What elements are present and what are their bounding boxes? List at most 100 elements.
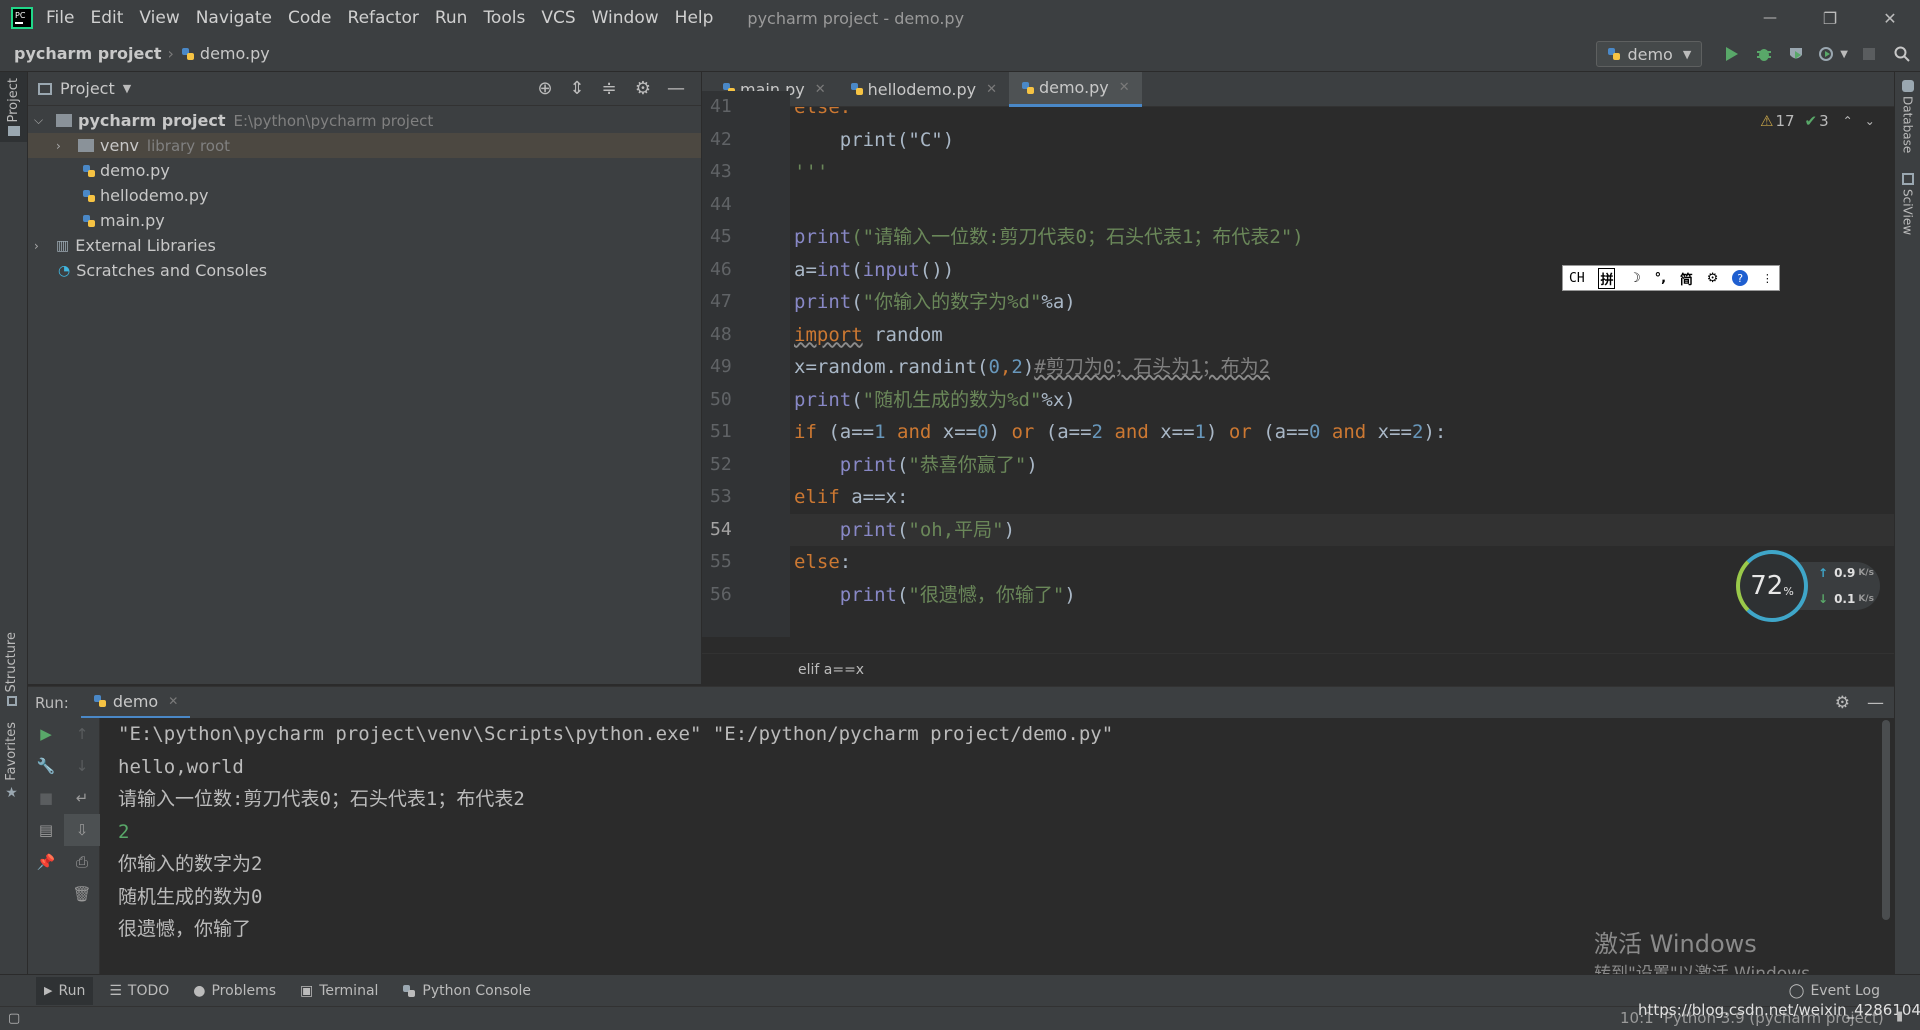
menu-vcs[interactable]: VCS xyxy=(541,8,575,28)
tree-item-scratches[interactable]: ◔ Scratches and Consoles xyxy=(28,258,701,283)
menu-run[interactable]: Run xyxy=(435,8,468,28)
tool-tab-todo[interactable]: ☰ TODO xyxy=(109,983,169,999)
breadcrumb-file[interactable]: demo.py xyxy=(200,44,270,63)
minimize-button[interactable]: — xyxy=(1740,0,1800,36)
more-run-options-icon[interactable]: ▼ xyxy=(1840,49,1848,60)
next-highlight-icon[interactable]: ⌄ xyxy=(1865,114,1875,128)
pin-icon[interactable]: 📌 xyxy=(28,846,64,878)
breadcrumb-project[interactable]: pycharm project xyxy=(14,44,162,63)
ime-mode[interactable]: 拼 xyxy=(1598,267,1616,289)
menu-file[interactable]: File xyxy=(46,8,74,28)
tab-demo-py[interactable]: demo.py ✕ xyxy=(1008,71,1142,107)
tab-hellodemo-py[interactable]: hellodemo.py ✕ xyxy=(838,72,1009,107)
tool-tab-run[interactable]: ▶ Run xyxy=(36,976,94,1005)
menu-edit[interactable]: Edit xyxy=(90,8,123,28)
hide-panel-icon[interactable]: — xyxy=(1867,687,1884,719)
code-text: %a) xyxy=(1041,291,1076,313)
code-line-50: print("随机生成的数为%d"%x) xyxy=(790,384,1894,417)
event-log-button[interactable]: ◯ Event Log xyxy=(1789,983,1880,999)
chevron-down-icon[interactable]: ▼ xyxy=(123,82,131,95)
menu-code[interactable]: Code xyxy=(288,8,332,28)
previous-highlight-icon[interactable]: ⌃ xyxy=(1843,114,1853,128)
menu-navigate[interactable]: Navigate xyxy=(196,8,272,28)
collapse-all-icon[interactable]: ≑ xyxy=(593,78,625,99)
print-icon[interactable]: ⎙ xyxy=(64,846,100,878)
console-scrollbar[interactable] xyxy=(1882,720,1890,920)
lock-icon[interactable]: ▮ xyxy=(1896,1009,1903,1024)
editor-breadcrumb[interactable]: elif a==x xyxy=(702,653,1894,685)
menu-window[interactable]: Window xyxy=(592,8,659,28)
tree-item-hellodemo-py[interactable]: hellodemo.py xyxy=(28,183,701,208)
project-panel-title[interactable]: Project xyxy=(60,79,115,98)
scroll-to-end-icon[interactable]: ⇩ xyxy=(64,814,100,846)
locate-icon[interactable]: ⊕ xyxy=(529,78,561,99)
folder-icon xyxy=(78,139,94,152)
layout-icon[interactable]: ▤ xyxy=(28,814,64,846)
ime-language[interactable]: CH xyxy=(1569,271,1585,286)
expand-all-icon[interactable]: ⇕ xyxy=(561,78,593,99)
database-tool-button[interactable]: Database xyxy=(1895,72,1920,153)
sciview-tool-button[interactable]: SciView xyxy=(1895,153,1920,235)
menu-view[interactable]: View xyxy=(139,8,179,28)
gear-icon[interactable]: ⚙ xyxy=(625,78,661,99)
down-arrow-icon[interactable]: ↓ xyxy=(64,750,100,782)
stop-icon[interactable] xyxy=(1854,38,1884,70)
ime-simplified[interactable]: 简 xyxy=(1680,269,1693,288)
punctuation-icon[interactable]: °, xyxy=(1655,271,1666,286)
menu-help[interactable]: Help xyxy=(675,8,714,28)
close-button[interactable]: ✕ xyxy=(1860,0,1920,36)
hide-panel-icon[interactable]: — xyxy=(661,78,691,99)
tree-item-main-py[interactable]: main.py xyxy=(28,208,701,233)
tool-tab-terminal[interactable]: ▣ Terminal xyxy=(300,983,378,999)
run-tab-demo[interactable]: demo ✕ xyxy=(80,687,191,719)
up-arrow-icon[interactable]: ↑ xyxy=(64,718,100,750)
close-tab-icon[interactable]: ✕ xyxy=(1119,80,1130,95)
code-line-55: else: xyxy=(790,546,1894,579)
tool-tab-problems[interactable]: ● Problems xyxy=(193,983,276,999)
run-icon[interactable] xyxy=(1716,38,1748,70)
upload-unit: K/s xyxy=(1858,568,1874,578)
tree-item-external-libraries[interactable]: › ▥ External Libraries xyxy=(28,233,701,258)
soft-wrap-icon[interactable]: ↵ xyxy=(64,782,100,814)
help-icon[interactable]: ? xyxy=(1732,270,1749,286)
rerun-icon[interactable]: ▶ xyxy=(28,718,64,750)
ime-toolbar[interactable]: CH 拼 ☽ °, 简 ⚙ ? ⋮ xyxy=(1562,265,1780,291)
code-text: ( xyxy=(851,291,863,313)
wrench-icon[interactable]: 🔧 xyxy=(28,750,64,782)
tree-item-demo-py[interactable]: demo.py xyxy=(28,158,701,183)
sciview-tool-label: SciView xyxy=(1900,189,1915,236)
restore-button[interactable]: ❐ xyxy=(1800,0,1860,36)
menu-bar: PC File Edit View Navigate Code Refactor… xyxy=(0,0,1920,36)
trash-icon[interactable]: 🗑 xyxy=(64,878,100,910)
code-text: ): xyxy=(1423,421,1447,443)
tool-tab-python-console[interactable]: Python Console xyxy=(402,983,531,999)
tree-item-root[interactable]: ⌵ pycharm project E:\python\pycharm proj… xyxy=(28,108,701,133)
layout-toggle-icon[interactable]: ▢ xyxy=(8,1011,20,1026)
search-everywhere-icon[interactable] xyxy=(1884,38,1920,70)
code-editor[interactable]: else: print("C") ''' print("请输入一位数:剪刀代表0… xyxy=(790,107,1894,653)
ime-menu-icon[interactable]: ⋮ xyxy=(1762,272,1773,285)
structure-tool-button[interactable]: Structure xyxy=(4,632,19,707)
breadcrumb-code-context[interactable]: elif a==x xyxy=(798,662,864,678)
moon-icon[interactable]: ☽ xyxy=(1629,271,1641,286)
gear-icon[interactable]: ⚙ xyxy=(1707,271,1719,286)
gear-icon[interactable]: ⚙ xyxy=(1835,687,1850,719)
inspection-widget[interactable]: ⚠ 17 ✔ 3 ⌃ ⌄ xyxy=(1760,112,1875,130)
line-number: 41 xyxy=(710,96,732,117)
menu-tools[interactable]: Tools xyxy=(483,8,525,28)
close-tab-icon[interactable]: ✕ xyxy=(168,694,178,708)
run-config-selector[interactable]: demo ▼ xyxy=(1596,41,1703,67)
favorites-tool-button[interactable]: Favorites ★ xyxy=(4,722,19,801)
close-tab-icon[interactable]: ✕ xyxy=(986,82,997,97)
keyword: and xyxy=(897,421,932,443)
menu-refactor[interactable]: Refactor xyxy=(348,8,419,28)
keyword: else: xyxy=(794,107,852,118)
stop-icon[interactable]: ■ xyxy=(28,782,64,814)
close-tab-icon[interactable]: ✕ xyxy=(815,82,826,97)
project-tool-button[interactable]: Project xyxy=(0,72,27,143)
coverage-icon[interactable] xyxy=(1780,38,1812,70)
debug-icon[interactable] xyxy=(1748,38,1780,70)
profile-icon[interactable] xyxy=(1812,38,1840,70)
tree-item-venv[interactable]: › venv library root xyxy=(28,133,701,158)
run-panel-header: Run: demo ✕ ⚙ — xyxy=(28,686,1894,719)
